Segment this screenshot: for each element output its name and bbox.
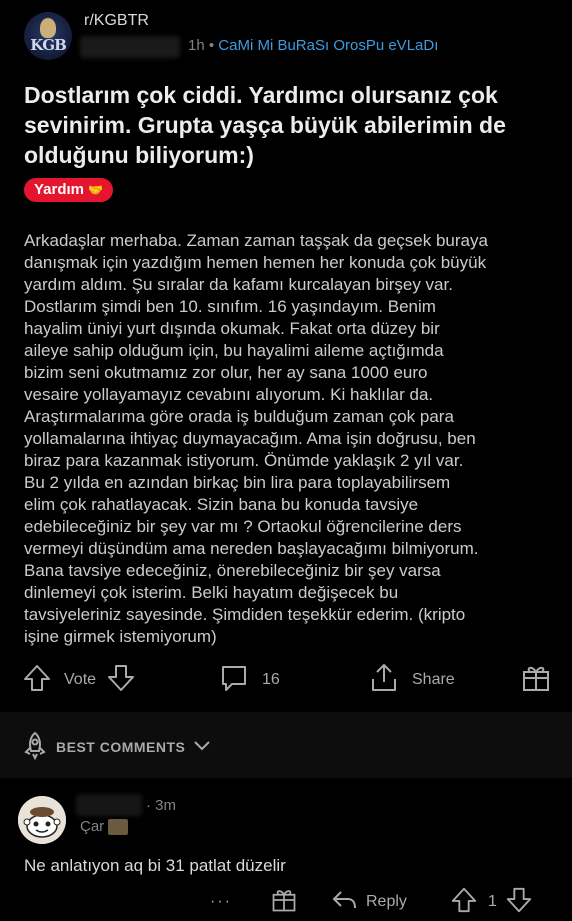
gift-icon [520,662,552,699]
share-icon [368,662,400,699]
post-body-line: hayalim üniyi yurt dışında okumak. Fakat… [24,319,440,338]
comment-time: · 3m [146,797,176,814]
comment-text: Ne anlatıyon aq bi 31 patlat düzelir [24,856,286,875]
post-actions: Vote 16 Share [0,660,572,700]
comment-vote-group: 1 [450,884,533,920]
comments-count: 16 [262,671,280,688]
comment-actions: ··· Reply 1 [0,884,572,920]
commenter-flair[interactable]: Çar [80,818,129,835]
commenter-avatar[interactable] [18,796,66,844]
post-flair-label: Yardım [34,181,85,198]
comment-bubble-icon [218,662,250,699]
award-button[interactable] [520,660,552,700]
share-label: Share [412,671,455,688]
reply-label: Reply [366,893,407,910]
comments-sort-button[interactable]: BEST COMMENTS [20,730,211,763]
user-flair[interactable]: CaMi Mi BuRaSı OrosPu eVLaDı [218,37,438,54]
commenter-flair-label: Çar [80,818,105,835]
post-body-line: Dostlarım şimdi ben 10. sınıfım. 16 yaşı… [24,297,436,316]
downvote-icon[interactable] [106,663,136,698]
meta-separator: • [208,37,215,54]
comment-time-value: 3m [155,797,177,814]
vote-label: Vote [64,671,97,688]
redacted-commenter-name [76,794,142,816]
post-meta: 1h • CaMi Mi BuRaSı OrosPu eVLaDı [188,37,438,54]
chevron-down-icon [193,736,211,757]
post-body-line: vermeyi düşündüm ama nereden başlayacağı… [24,539,479,558]
post-body-line: vesaire yollayamayız cevabını alıyorum. … [24,385,434,404]
upvote-icon[interactable] [22,663,52,698]
reply-button[interactable]: Reply [330,884,407,920]
post-body-line: işine girmek istemiyorum) [24,627,217,646]
more-label: ··· [210,893,232,910]
post-body-line: dinlemeyi çok isterim. Belki hayatım değ… [24,583,399,602]
post-time: 1h [188,37,205,54]
post-body-line: aileye sahip olduğum için, bu hayalimi a… [24,341,444,360]
subreddit-avatar[interactable]: KGB [24,12,72,60]
post-body: Arkadaşlar merhaba. Zaman zaman taşşak d… [24,230,554,648]
comments-button[interactable]: 16 [218,660,280,700]
post-body-line: bizim seni okutmamız zor olur, her ay sa… [24,363,428,382]
vote-group: Vote [22,660,136,700]
post-body-line: elim çok rahatlayacak. Sizin bana bu kon… [24,495,419,514]
upvote-icon[interactable] [450,886,478,919]
post-title: Dostlarım çok ciddi. Yardımcı olursanız … [24,82,506,168]
post-body-line: biraz para kazanmak istiyorum. Önümde ya… [24,451,464,470]
post-body-line: yardım aldım. Şu sıralar da kafamı kurca… [24,275,453,294]
post-body-line: yollamalarına ihtiyaç duymayacağım. Ama … [24,429,476,448]
subreddit-name[interactable]: r/KGBTR [84,12,149,30]
post-body-line: Arkadaşlar merhaba. Zaman zaman taşşak d… [24,231,488,250]
share-button[interactable]: Share [368,660,455,700]
comment-award-button[interactable] [270,884,298,920]
sort-label: BEST COMMENTS [56,738,186,755]
avatar-logo-text: KGB [30,36,67,54]
downvote-icon[interactable] [505,886,533,919]
post-body-line: Araştırmalarıma göre orada iş bulduğum z… [24,407,454,426]
snoo-avatar-icon [18,796,66,844]
post-body-line: Bana tavsiye edeceğiniz, önerebileceğini… [24,561,441,580]
comment: · 3m Çar Ne anlatıyon aq bi 31 patlat dü… [0,778,572,921]
handshake-icon: 🤝 [88,183,104,197]
comment-more-button[interactable]: ··· [210,884,232,920]
post-card: KGB r/KGBTR 1h • CaMi Mi BuRaSı OrosPu e… [0,0,572,712]
post-body-line: Bu 2 yılda en azından birkaç bin lira pa… [24,473,451,492]
gift-icon [270,886,298,919]
rocket-icon [20,730,50,763]
post-body-line: tavsiyeleriniz sayesinde. Şimdiden teşek… [24,605,466,624]
redacted-username [80,36,180,58]
comment-meta-separator: · [146,797,151,814]
comment-score: 1 [488,893,497,910]
reply-arrow-icon [330,886,358,919]
post-body-line: danışmak için yazdığım hemen hemen her k… [24,253,487,272]
avatar-figure [40,18,56,38]
flair-image-icon [108,818,129,835]
post-flair-tag[interactable]: Yardım 🤝 [24,178,114,202]
post-body-line: edebileceğiniz bir şey var mı ? Ortaokul… [24,517,462,536]
